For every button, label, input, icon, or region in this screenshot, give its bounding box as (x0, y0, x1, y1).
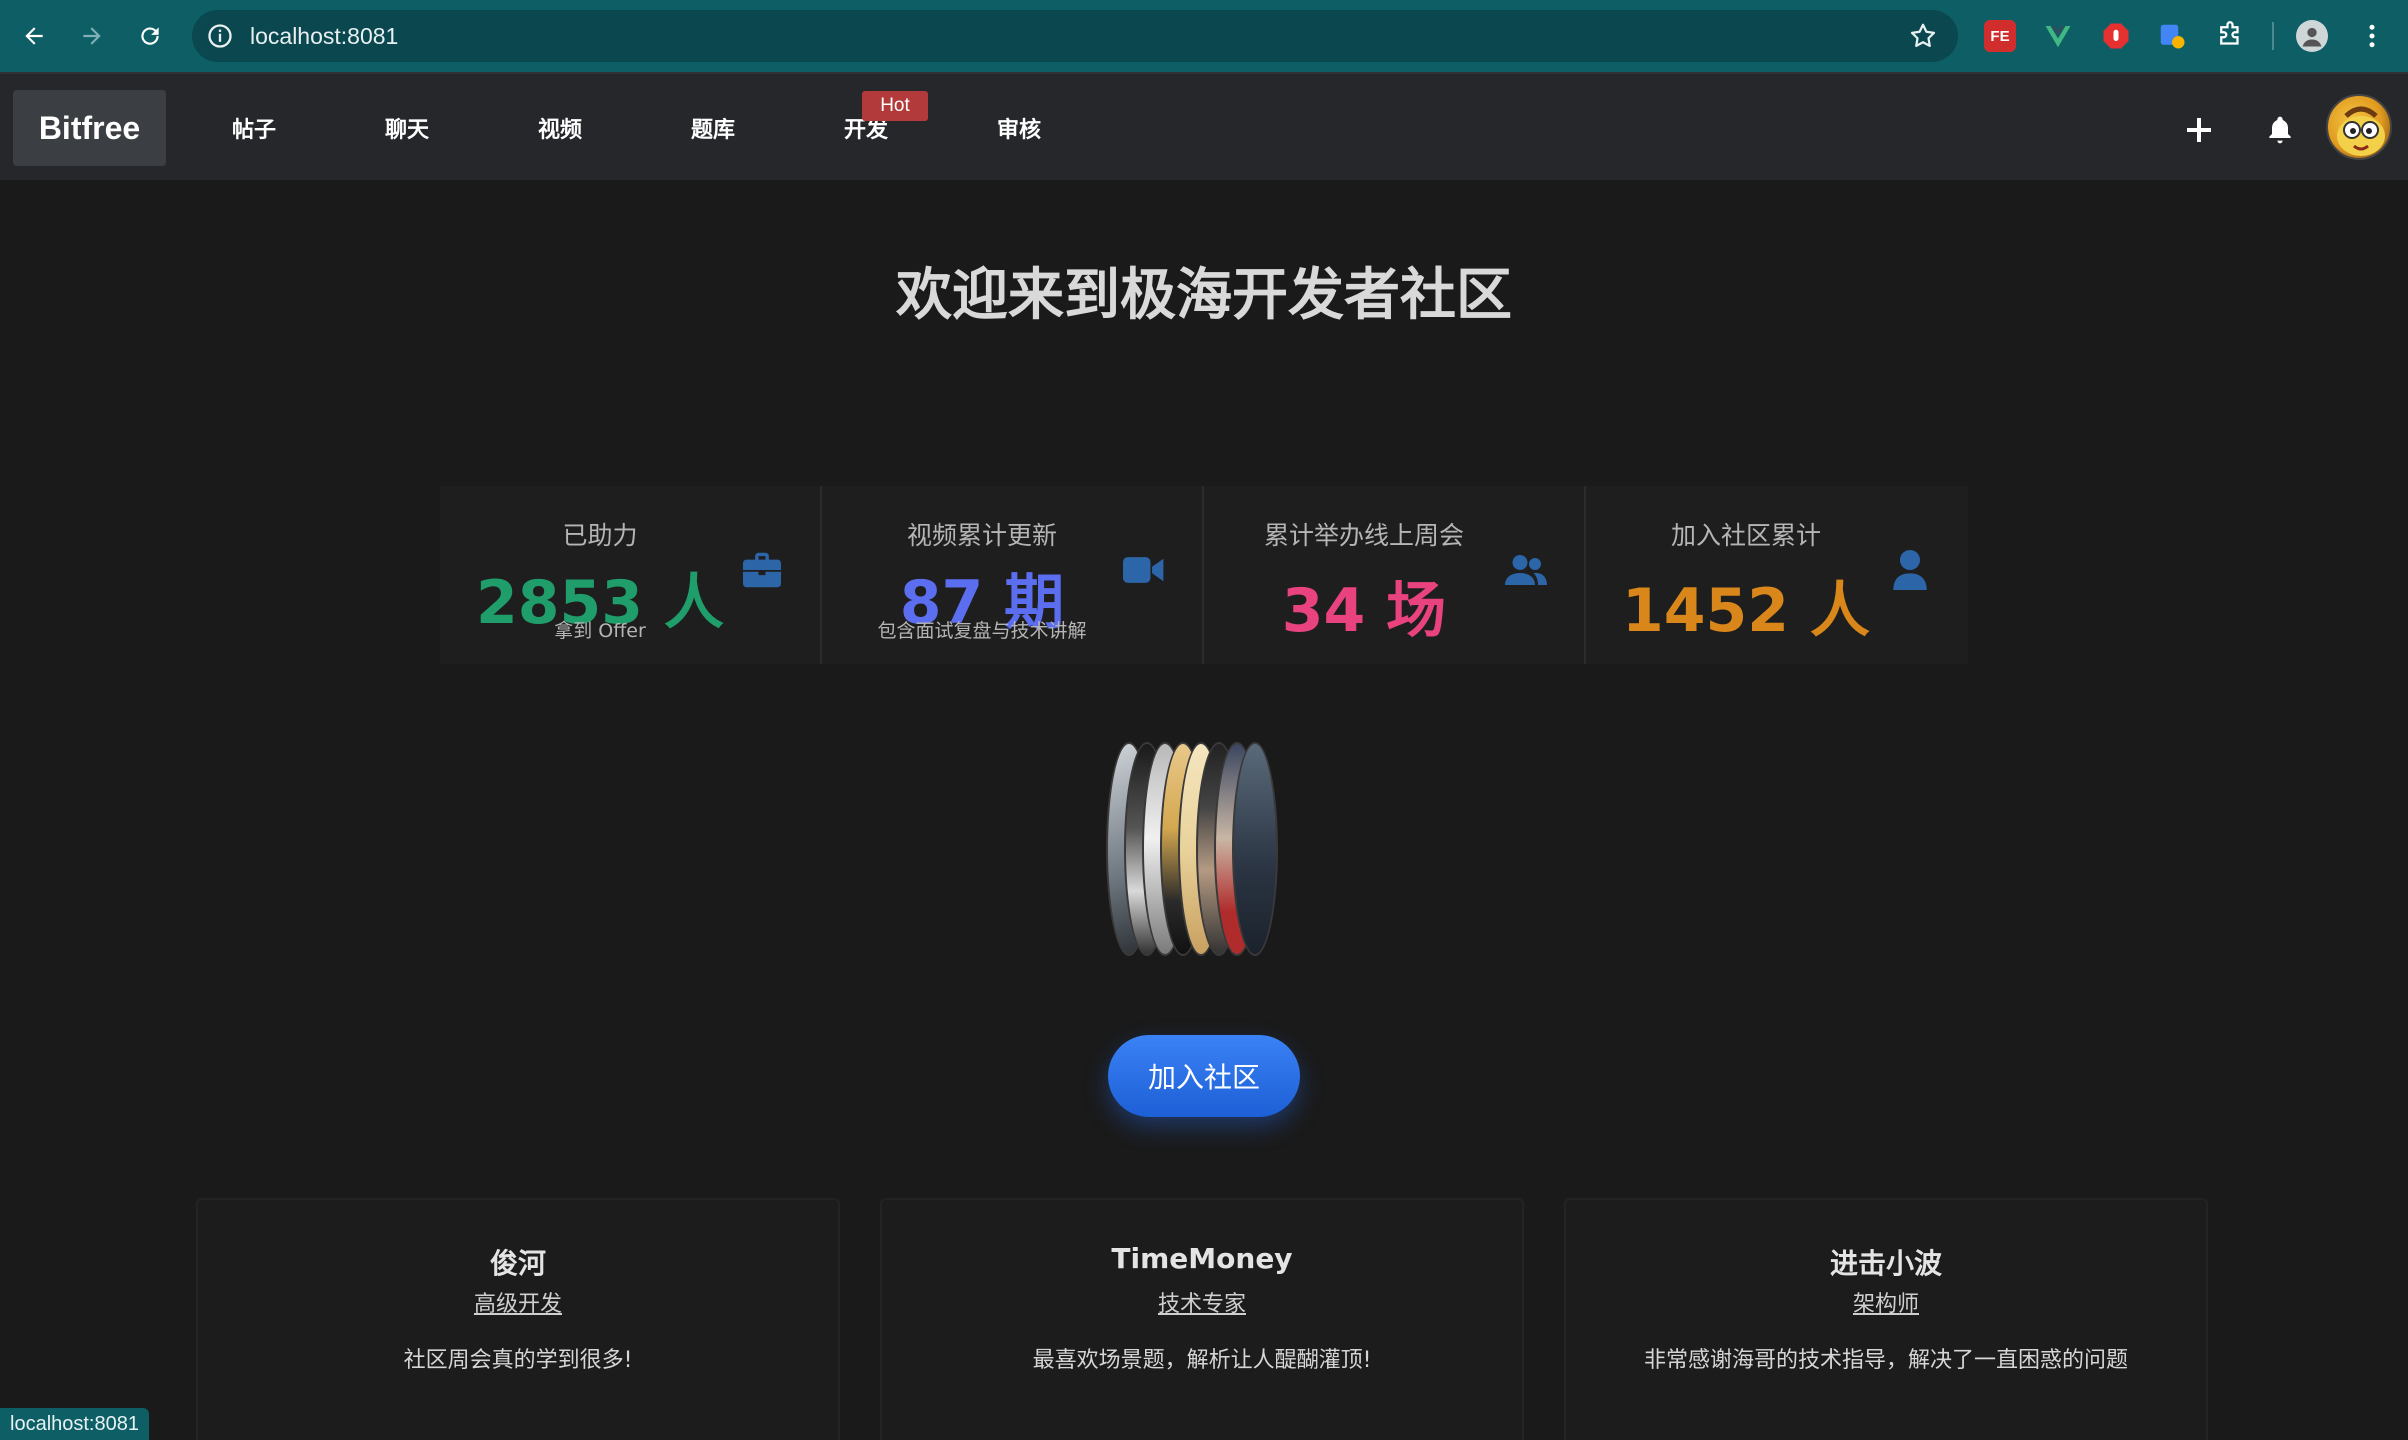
stat-value: 1452 人 (1622, 576, 1870, 646)
site-info-icon[interactable] (206, 22, 234, 50)
testimonial-role[interactable]: 架构师 (1566, 1286, 2206, 1318)
toolbar-divider (2272, 22, 2274, 50)
puzzle-extensions-icon[interactable] (2214, 20, 2246, 52)
hot-badge: Hot (862, 91, 928, 121)
status-bar-url: localhost:8081 (0, 1408, 149, 1440)
fe-extension-icon[interactable]: FE (1984, 20, 2016, 52)
join-community-button[interactable]: 加入社区 (1108, 1035, 1300, 1117)
stat-members: 加入社区累计 1452 人 (1586, 486, 1968, 664)
plus-icon[interactable] (2179, 110, 2219, 150)
testimonial-name: 进击小波 (1829, 1247, 1942, 1280)
testimonial-quote: 最喜欢场景题，解析让人醍醐灌顶! (1032, 1348, 1372, 1373)
member-avatar[interactable] (1232, 742, 1278, 956)
member-avatars (1106, 742, 1296, 958)
bell-icon[interactable] (2260, 110, 2300, 150)
app-navbar: Bitfree 帖子 聊天 视频 题库 开发 Hot 审核 (0, 72, 2408, 180)
testimonial-name: 俊河 (489, 1247, 546, 1280)
bookmark-star-icon[interactable] (1908, 21, 1938, 51)
nav-item-chat[interactable]: 聊天 (347, 108, 467, 148)
stat-offers: 已助力 2853 人 拿到 Offer (440, 486, 822, 664)
testimonial-role[interactable]: 高级开发 (198, 1286, 838, 1318)
stat-label: 累计举办线上周会 (1263, 521, 1464, 550)
stat-videos: 视频累计更新 87 期 包含面试复盘与技术讲解 (822, 486, 1204, 664)
stat-label: 视频累计更新 (906, 521, 1057, 550)
back-arrow-icon[interactable] (16, 18, 52, 54)
testimonial-card: TimeMoney 技术专家 最喜欢场景题，解析让人醍醐灌顶! (880, 1198, 1524, 1440)
user-avatar[interactable] (2326, 94, 2392, 160)
briefcase-icon (740, 548, 784, 592)
testimonial-card: 进击小波 架构师 非常感谢海哥的技术指导，解决了一直困惑的问题 (1564, 1198, 2208, 1440)
testimonials: 俊河 高级开发 社区周会真的学到很多! TimeMoney 技术专家 最喜欢场景… (196, 1198, 2208, 1440)
forward-arrow-icon[interactable] (74, 18, 110, 54)
stats-panel: 已助力 2853 人 拿到 Offer 视频累计更新 87 期 包含面试复盘与技… (440, 486, 1968, 664)
nav-item-review[interactable]: 审核 (959, 108, 1079, 148)
testimonial-quote: 非常感谢海哥的技术指导，解决了一直困惑的问题 (1643, 1348, 2128, 1373)
stat-sub: 拿到 Offer (554, 620, 646, 642)
nav-item-question-bank[interactable]: 题库 (653, 108, 773, 148)
nav-item-video[interactable]: 视频 (500, 108, 620, 148)
browser-menu-icon[interactable] (2356, 20, 2388, 52)
profile-avatar-icon[interactable] (2296, 20, 2328, 52)
users-icon (1504, 548, 1548, 592)
adblock-icon[interactable] (2100, 20, 2132, 52)
stat-label: 加入社区累计 (1670, 521, 1821, 550)
reload-icon[interactable] (132, 18, 168, 54)
nav-item-posts[interactable]: 帖子 (194, 108, 314, 148)
stat-value: 34 场 (1281, 576, 1447, 646)
translate-extension-icon[interactable] (2156, 20, 2188, 52)
vue-devtools-icon[interactable] (2042, 20, 2074, 52)
bitfree-logo[interactable]: Bitfree (13, 90, 166, 166)
url-text[interactable]: localhost:8081 (250, 23, 398, 50)
testimonial-name: TimeMoney (1111, 1242, 1293, 1275)
browser-toolbar: localhost:8081 FE (0, 0, 2408, 72)
stat-label: 已助力 (562, 521, 638, 550)
stat-meetings: 累计举办线上周会 34 场 (1204, 486, 1586, 664)
testimonial-role[interactable]: 技术专家 (882, 1286, 1522, 1318)
page-title: 欢迎来到极海开发者社区 (896, 263, 1512, 328)
video-icon (1122, 548, 1166, 592)
testimonial-card: 俊河 高级开发 社区周会真的学到很多! (196, 1198, 840, 1440)
testimonial-quote: 社区周会真的学到很多! (403, 1348, 633, 1373)
stat-sub: 包含面试复盘与技术讲解 (877, 620, 1087, 642)
user-icon (1888, 548, 1932, 592)
address-bar[interactable]: localhost:8081 (192, 10, 1958, 62)
